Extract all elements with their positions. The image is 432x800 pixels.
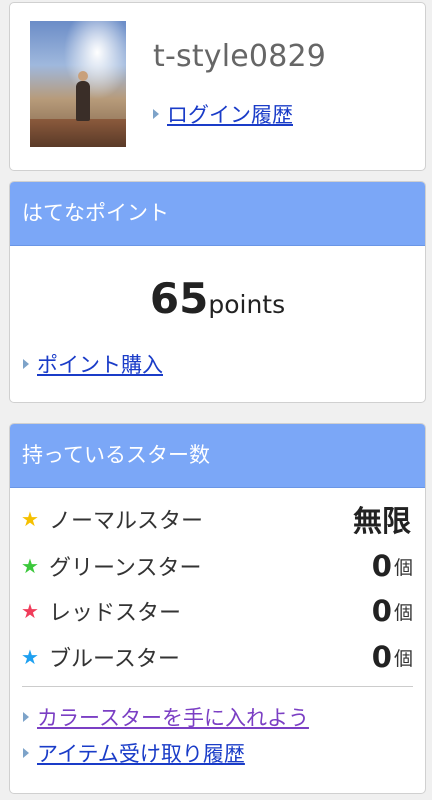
purchase-points-row: ポイント購入: [23, 349, 163, 379]
login-history-link[interactable]: ログイン履歴: [167, 99, 293, 129]
yellow-star-icon: ★: [21, 507, 39, 531]
triangle-bullet-icon: [23, 359, 29, 369]
username: t-style0829: [153, 39, 327, 74]
profile-card: t-style0829 ログイン履歴: [9, 2, 426, 171]
green-star-icon: ★: [21, 554, 39, 578]
star-label: レッドスター: [49, 601, 182, 626]
star-count: 0: [371, 640, 392, 674]
stars-card: 持っているスター数 ★ ノーマルスター 無限 ★ グリーンスター 0 個 ★ レ…: [9, 423, 426, 794]
stars-header: 持っているスター数: [10, 424, 425, 488]
points-value: 65points: [10, 274, 425, 323]
avatar-person-body: [76, 81, 90, 121]
item-history-row: アイテム受け取り履歴: [23, 738, 245, 768]
points-unit: points: [208, 290, 286, 319]
points-number: 65: [149, 274, 209, 323]
item-history-link[interactable]: アイテム受け取り履歴: [37, 738, 245, 768]
color-star-link[interactable]: カラースターを手に入れよう: [37, 702, 309, 732]
star-row-normal: ★ ノーマルスター 無限: [21, 499, 413, 539]
star-row-green: ★ グリーンスター 0 個: [21, 546, 413, 586]
points-card: はてなポイント 65points ポイント購入: [9, 181, 426, 403]
star-row-blue: ★ ブルースター 0 個: [21, 637, 413, 677]
avatar-ground: [30, 119, 126, 147]
star-label: ノーマルスター: [49, 509, 204, 534]
triangle-bullet-icon: [153, 109, 159, 119]
star-count-unit: 個: [393, 647, 413, 670]
star-count: 無限: [352, 504, 411, 538]
triangle-bullet-icon: [23, 748, 29, 758]
avatar-person-head: [78, 71, 88, 81]
star-count-unit: 個: [393, 556, 413, 579]
color-star-row: カラースターを手に入れよう: [23, 702, 309, 732]
purchase-points-link[interactable]: ポイント購入: [37, 349, 163, 379]
divider: [22, 686, 413, 687]
star-label: ブルースター: [49, 647, 180, 672]
star-count: 0: [371, 594, 392, 628]
star-row-red: ★ レッドスター 0 個: [21, 591, 413, 631]
login-history-row: ログイン履歴: [153, 99, 293, 129]
star-label: グリーンスター: [49, 556, 202, 581]
red-star-icon: ★: [21, 599, 39, 623]
star-count: 0: [371, 549, 392, 583]
points-header: はてなポイント: [10, 182, 425, 246]
star-count-unit: 個: [393, 601, 413, 624]
blue-star-icon: ★: [21, 645, 39, 669]
triangle-bullet-icon: [23, 712, 29, 722]
avatar[interactable]: [30, 21, 126, 147]
